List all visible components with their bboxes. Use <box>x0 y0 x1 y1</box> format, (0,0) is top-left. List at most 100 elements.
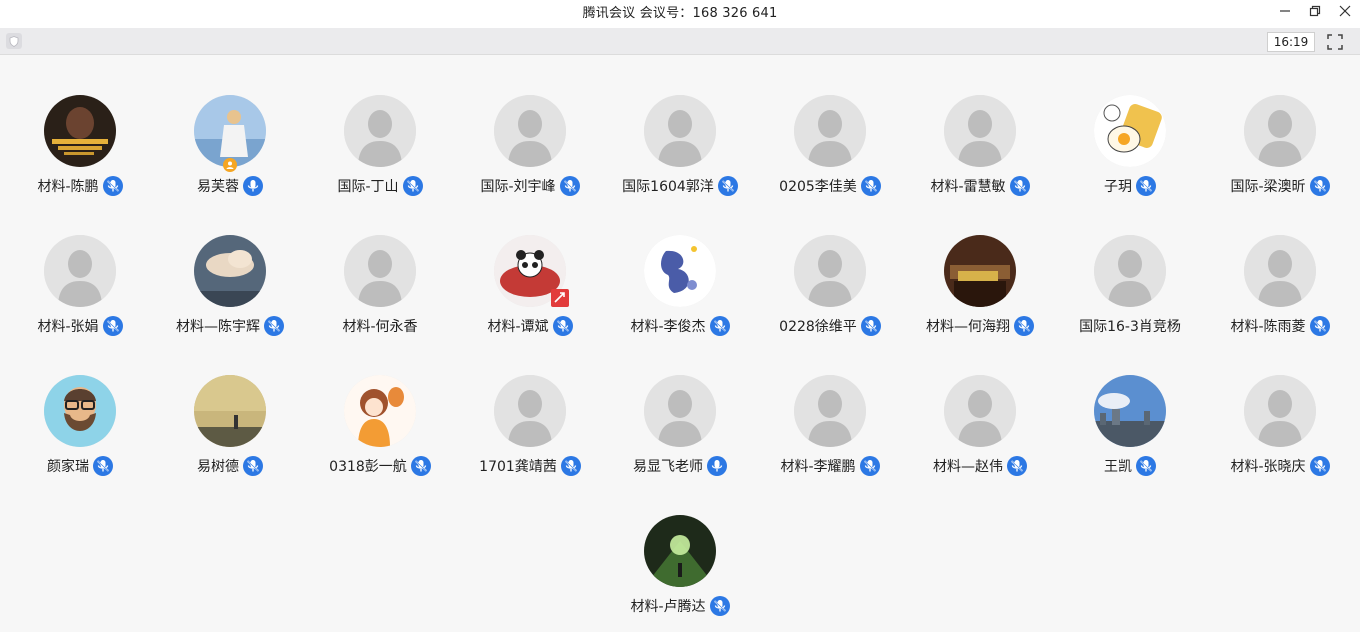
mic-muted-icon <box>102 176 123 196</box>
participant-tile[interactable]: 王凯 <box>1055 335 1205 476</box>
fullscreen-icon[interactable] <box>1325 32 1345 52</box>
participant-tile[interactable]: 国际-梁澳昕 <box>1205 55 1355 196</box>
default-avatar-icon <box>794 235 866 307</box>
default-avatar-icon <box>344 95 416 167</box>
participant-tile[interactable]: 国际-丁山 <box>305 55 455 196</box>
participant-tile[interactable]: 材料-李俊杰 <box>605 195 755 336</box>
participant-name: 材料—赵伟 <box>933 459 1003 475</box>
participant-name: 0205李佳美 <box>779 179 857 195</box>
default-avatar-icon <box>944 95 1016 167</box>
mic-muted-icon <box>1007 456 1027 476</box>
mic-muted-icon <box>1309 316 1330 336</box>
participant-name: 国际1604郭洋 <box>622 179 714 195</box>
participant-name: 易树德 <box>197 459 239 475</box>
minimize-icon[interactable] <box>1270 0 1300 22</box>
mic-muted-icon <box>93 456 113 476</box>
participant-tile[interactable]: 材料—陈宇辉 <box>155 195 305 336</box>
participant-name: 材料-卢腾达 <box>630 599 706 615</box>
mic-muted-icon <box>709 596 730 616</box>
default-avatar-icon <box>1244 375 1316 447</box>
participant-name: 材料—何海翔 <box>926 319 1010 335</box>
participant-tile[interactable]: 0228徐维平 <box>755 195 905 336</box>
default-avatar-icon <box>1244 235 1316 307</box>
mic-muted-icon <box>102 316 123 336</box>
participant-tile[interactable]: 材料-卢腾达 <box>605 475 755 616</box>
restore-icon[interactable] <box>1300 0 1330 22</box>
participant-avatar-photo <box>44 375 116 447</box>
meeting-timer: 16:19 <box>1267 32 1315 52</box>
default-avatar-icon <box>794 95 866 167</box>
participant-name: 颜家瑞 <box>47 459 89 475</box>
participant-tile[interactable]: 材料—何海翔 <box>905 195 1055 336</box>
participant-name: 材料-谭斌 <box>487 319 549 335</box>
mic-muted-icon <box>243 456 263 476</box>
participant-tile[interactable]: 材料—赵伟 <box>905 335 1055 476</box>
participant-tile[interactable]: 0318彭一航 <box>305 335 455 476</box>
participant-tile[interactable]: 国际-刘宇峰 <box>455 55 605 196</box>
participant-avatar-photo <box>194 375 266 447</box>
participant-name: 材料-陈鹏 <box>37 179 99 195</box>
participant-name: 材料-李俊杰 <box>630 319 706 335</box>
mic-muted-icon <box>1136 176 1156 196</box>
participant-tile[interactable]: 1701龚靖茜 <box>455 335 605 476</box>
participant-tile[interactable]: 材料-谭斌 <box>455 195 605 336</box>
participant-name: 国际-梁澳昕 <box>1230 179 1306 195</box>
window-title: 腾讯会议 会议号：168 326 641 <box>582 6 778 21</box>
mic-muted-icon <box>1309 176 1330 196</box>
participant-tile[interactable]: 国际1604郭洋 <box>605 55 755 196</box>
participant-name: 王凯 <box>1104 459 1132 475</box>
close-icon[interactable] <box>1330 0 1360 22</box>
participant-name-row: 材料-张晓庆 <box>1175 455 1360 477</box>
mic-muted-icon <box>1136 456 1156 476</box>
participant-tile[interactable]: 材料-陈鹏 <box>5 55 155 196</box>
participant-tile[interactable]: 材料-陈雨菱 <box>1205 195 1355 336</box>
participant-tile[interactable]: 易显飞老师 <box>605 335 755 476</box>
default-avatar-icon <box>494 375 566 447</box>
participant-grid: 材料-陈鹏 易芙蓉 国际-丁山 国际-刘宇峰 国际1604郭洋 0205李佳美 材… <box>0 55 1360 632</box>
participant-tile[interactable]: 材料-李耀鹏 <box>755 335 905 476</box>
participant-name: 国际-丁山 <box>337 179 399 195</box>
participant-tile[interactable]: 材料-雷慧敏 <box>905 55 1055 196</box>
participant-avatar-photo <box>944 235 1016 307</box>
participant-tile[interactable]: 材料-张晓庆 <box>1205 335 1355 476</box>
participant-avatar-photo <box>344 375 416 447</box>
participant-name: 材料-张娟 <box>37 319 99 335</box>
participant-name-row: 材料-陈雨菱 <box>1175 315 1360 337</box>
participant-name: 材料-陈雨菱 <box>1230 319 1306 335</box>
participant-tile[interactable]: 易树德 <box>155 335 305 476</box>
mic-muted-icon <box>552 316 573 336</box>
default-avatar-icon <box>344 235 416 307</box>
default-avatar-icon <box>44 235 116 307</box>
default-avatar-icon <box>944 375 1016 447</box>
participant-tile[interactable]: 0205李佳美 <box>755 55 905 196</box>
mic-on-icon <box>707 456 727 476</box>
shield-icon[interactable] <box>6 33 22 49</box>
participant-avatar-photo <box>194 235 266 307</box>
share-badge-icon <box>551 289 569 311</box>
participant-name: 材料-雷慧敏 <box>930 179 1006 195</box>
default-avatar-icon <box>644 95 716 167</box>
participant-name: 材料—陈宇辉 <box>176 319 260 335</box>
participant-avatar-photo <box>644 515 716 587</box>
participant-tile[interactable]: 国际16-3肖竞杨 <box>1055 195 1205 335</box>
participant-avatar-photo <box>1094 95 1166 167</box>
participant-name: 国际-刘宇峰 <box>480 179 556 195</box>
participant-name: 材料-何永香 <box>342 319 418 335</box>
participant-avatar-photo <box>1094 375 1166 447</box>
participant-name: 1701龚靖茜 <box>479 459 557 475</box>
participant-avatar-photo <box>44 95 116 167</box>
participant-name: 国际16-3肖竞杨 <box>1079 319 1181 335</box>
default-avatar-icon <box>494 95 566 167</box>
mic-muted-icon <box>1309 456 1330 476</box>
participant-tile[interactable]: 材料-张娟 <box>5 195 155 336</box>
mic-on-icon <box>243 176 263 196</box>
participant-tile[interactable]: 颜家瑞 <box>5 335 155 476</box>
meeting-toolbar: 16:19 <box>0 28 1360 55</box>
participant-tile[interactable]: 易芙蓉 <box>155 55 305 196</box>
participant-tile[interactable]: 材料-何永香 <box>305 195 455 335</box>
participant-name: 材料-张晓庆 <box>1230 459 1306 475</box>
participant-name: 易芙蓉 <box>197 179 239 195</box>
participant-tile[interactable]: 子玥 <box>1055 55 1205 196</box>
participant-name-row: 国际-梁澳昕 <box>1175 175 1360 197</box>
participant-name-row: 材料-卢腾达 <box>575 595 785 617</box>
